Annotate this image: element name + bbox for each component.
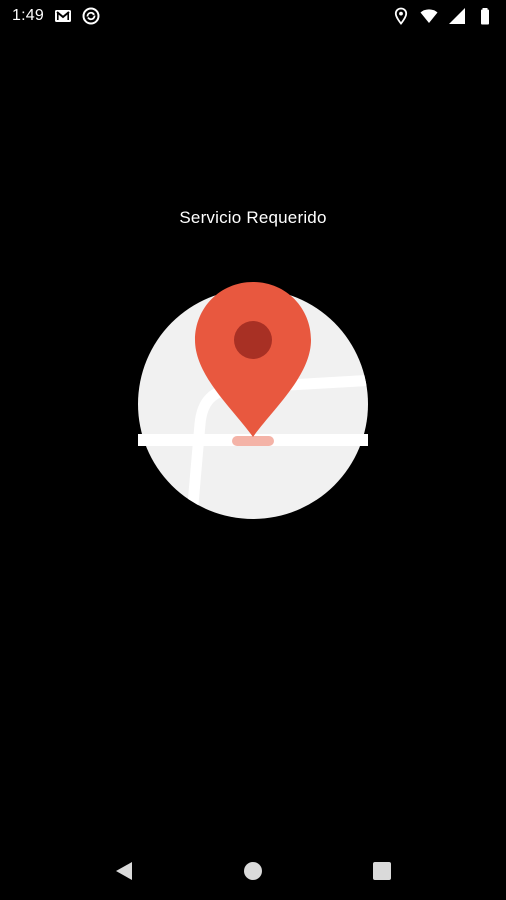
- pin-center: [234, 321, 272, 359]
- signal-icon: [448, 7, 466, 25]
- location-icon: [392, 7, 410, 25]
- back-icon[interactable]: [104, 851, 144, 891]
- map-pin-illustration: [130, 274, 376, 524]
- gmail-icon: [54, 7, 72, 25]
- nav-bar: [0, 842, 506, 900]
- status-left: 1:49: [12, 7, 100, 25]
- status-right: [392, 7, 494, 25]
- pin-shadow: [232, 436, 274, 446]
- main-content: Servicio Requerido: [0, 32, 506, 842]
- recents-icon[interactable]: [362, 851, 402, 891]
- wifi-icon: [420, 7, 438, 25]
- battery-icon: [476, 7, 494, 25]
- status-time: 1:49: [12, 7, 44, 24]
- home-icon[interactable]: [233, 851, 273, 891]
- page-title: Servicio Requerido: [179, 208, 327, 227]
- status-bar: 1:49: [0, 0, 506, 32]
- sync-icon: [82, 7, 100, 25]
